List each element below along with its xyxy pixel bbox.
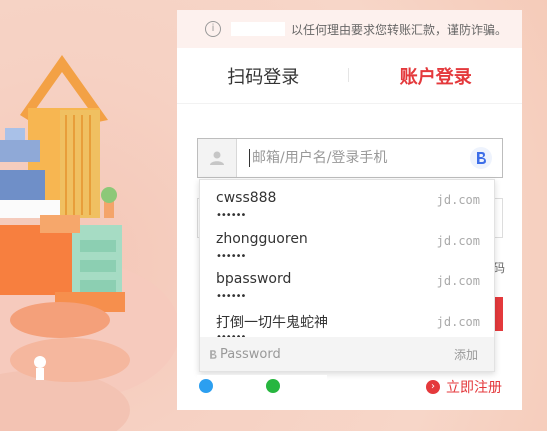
dropdown-domain: jd.com: [436, 234, 480, 248]
wechat-login-icon[interactable]: [266, 379, 280, 393]
register-link[interactable]: › 立即注册: [426, 377, 502, 397]
password-manager-icon[interactable]: [470, 147, 492, 169]
dropdown-domain: jd.com: [436, 193, 480, 207]
promo-illustration: [0, 0, 180, 431]
dropdown-domain: jd.com: [436, 274, 480, 288]
login-tabs: 扫码登录 账户登录: [177, 48, 522, 104]
tab-account-login[interactable]: 账户登录: [350, 63, 523, 89]
qq-login-icon[interactable]: [199, 379, 213, 393]
tab-divider: [348, 68, 349, 82]
dropdown-password-mask: ••••••: [216, 210, 246, 221]
username-field[interactable]: [197, 138, 503, 178]
password-manager-label: Password: [220, 346, 281, 362]
arrow-right-icon: ›: [426, 380, 440, 394]
dropdown-username: 打倒一切牛鬼蛇神: [216, 315, 328, 331]
list-item[interactable]: zhongguoren •••••• jd.com: [200, 231, 494, 271]
credential-dropdown: cwss888 •••••• jd.com zhongguoren ••••••…: [199, 179, 495, 372]
notice-text: 以任何理由要求您转账汇款，谨防诈骗。: [291, 22, 508, 37]
list-item[interactable]: cwss888 •••••• jd.com: [200, 190, 494, 230]
password-manager-icon: [210, 349, 217, 359]
fraud-notice: i 以任何理由要求您转账汇款，谨防诈骗。: [177, 10, 522, 48]
redaction-mask: [231, 22, 285, 36]
register-label: 立即注册: [446, 380, 502, 396]
tab-qr-login[interactable]: 扫码登录: [177, 63, 350, 89]
dropdown-password-mask: ••••••: [216, 291, 246, 302]
redaction-mask: [197, 375, 327, 395]
user-icon: [210, 151, 224, 165]
username-input[interactable]: [250, 140, 470, 176]
login-button[interactable]: [495, 297, 503, 331]
list-item[interactable]: bpassword •••••• jd.com: [200, 271, 494, 311]
info-icon: i: [205, 21, 221, 37]
dropdown-username: zhongguoren: [216, 231, 308, 247]
house-illustration: [0, 55, 180, 431]
add-password-button[interactable]: 添加: [454, 346, 478, 363]
dropdown-username: bpassword: [216, 271, 292, 287]
user-icon-box: [198, 139, 237, 177]
dropdown-footer: Password 添加: [200, 337, 494, 371]
dropdown-username: cwss888: [216, 190, 277, 206]
dropdown-password-mask: ••••••: [216, 251, 246, 262]
dropdown-domain: jd.com: [436, 315, 480, 329]
